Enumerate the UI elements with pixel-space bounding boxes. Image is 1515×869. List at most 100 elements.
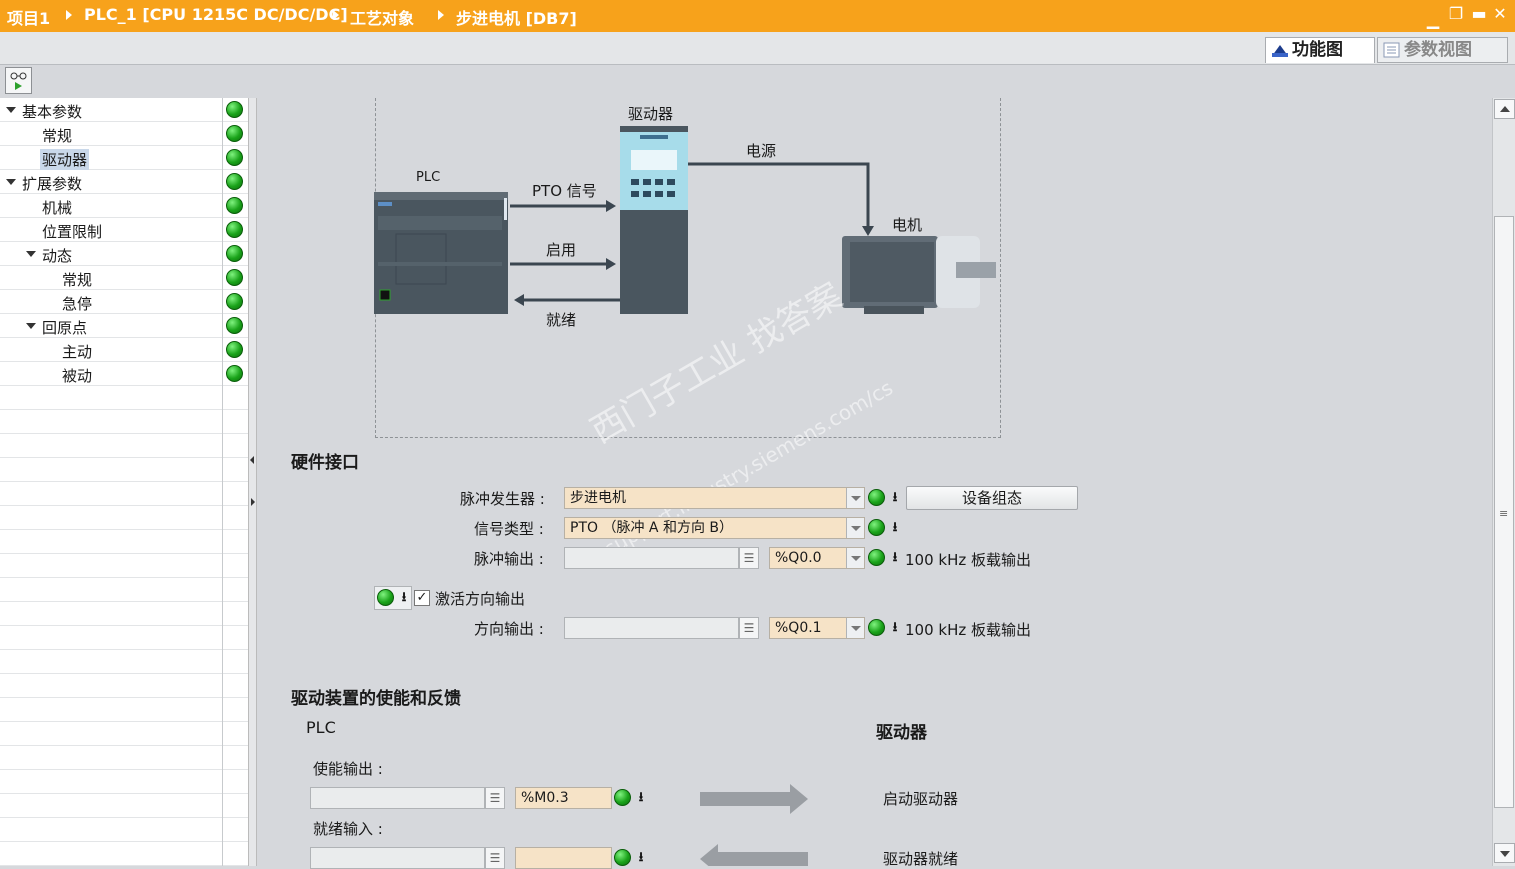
activate-direction-label: 激活方向输出	[435, 590, 526, 608]
expand-right-icon[interactable]	[251, 498, 255, 506]
pulse-generator-select[interactable]: 步进电机	[564, 487, 865, 509]
maximize-icon[interactable]: ▬	[1470, 4, 1488, 24]
chevron-down-icon[interactable]	[846, 488, 864, 508]
pulse-generator-value: 步进电机	[570, 490, 626, 506]
direction-output-label: 方向输出 :	[474, 620, 544, 638]
chevron-up-icon	[1500, 106, 1510, 112]
collapse-left-icon[interactable]	[250, 456, 254, 464]
tree-item-label: 位置限制	[42, 223, 103, 241]
breadcrumb-technology-objects[interactable]: 工艺对象	[350, 5, 414, 29]
diagram-power-label: 电源	[746, 142, 777, 160]
tree-divider	[222, 98, 223, 866]
arrow-right-icon	[700, 784, 808, 814]
pane-splitter[interactable]	[248, 98, 257, 866]
plc-column-header: PLC	[306, 718, 336, 737]
breadcrumb-project[interactable]: 项目1	[7, 5, 50, 29]
tree-item-label: 回原点	[42, 319, 88, 337]
download-icon: ⭳	[401, 590, 407, 605]
scroll-thumb[interactable]: ≡	[1494, 216, 1514, 808]
chevron-down-icon	[1500, 851, 1510, 857]
status-ok-icon	[226, 317, 243, 334]
status-ok-icon	[226, 245, 243, 262]
restore-icon[interactable]: ❐	[1447, 4, 1465, 24]
chevron-down-icon[interactable]	[846, 618, 864, 638]
scroll-up-button[interactable]	[1494, 99, 1515, 119]
tree-item-emergency-stop[interactable]: 急停	[0, 290, 248, 314]
tree-item-dynamics[interactable]: 动态	[0, 242, 248, 266]
chevron-down-icon[interactable]	[846, 518, 864, 538]
status-ok-icon	[226, 125, 243, 142]
breadcrumb-axis[interactable]: 步进电机 [DB7]	[456, 5, 577, 29]
tree-item-extended-params[interactable]: 扩展参数	[0, 170, 248, 194]
tab-parameter-view[interactable]: 参数视图	[1377, 37, 1508, 63]
view-bar: 功能图 参数视图	[0, 32, 1515, 65]
minimize-icon[interactable]: ▁	[1424, 10, 1442, 30]
status-ok-icon	[226, 365, 243, 382]
tree-item-label: 急停	[62, 295, 93, 313]
list-icon[interactable]: ☰	[485, 787, 505, 809]
tree-item-dynamics-general[interactable]: 常规	[0, 266, 248, 290]
pulse-output-address-select[interactable]: %Q0.0	[769, 547, 865, 569]
tree-item-label: 常规	[42, 127, 73, 145]
pulse-output-symbol-field[interactable]	[564, 547, 739, 569]
status-ok-icon	[226, 221, 243, 238]
tree-item-active-homing[interactable]: 主动	[0, 338, 248, 362]
vertical-scrollbar[interactable]: ≡	[1492, 98, 1515, 866]
enable-output-address-value: %M0.3	[521, 790, 569, 806]
navigation-tree: 基本参数 常规 驱动器 扩展参数 机械 位置限制 动态 常规 急停 回原点 主动…	[0, 98, 248, 866]
toolbar	[0, 65, 1515, 98]
activate-direction-status: ⭳	[374, 586, 412, 610]
tree-item-label: 动态	[42, 247, 73, 265]
tab-function-view[interactable]: 功能图	[1265, 37, 1375, 63]
direction-output-address-select[interactable]: %Q0.1	[769, 617, 865, 639]
tree-item-passive-homing[interactable]: 被动	[0, 362, 248, 386]
enable-output-symbol-field[interactable]	[310, 787, 485, 809]
tree-item-mechanics[interactable]: 机械	[0, 194, 248, 218]
signal-type-label: 信号类型 :	[474, 520, 544, 538]
status-ok-icon	[868, 519, 885, 536]
tree-item-general[interactable]: 常规	[0, 122, 248, 146]
status-ok-icon	[868, 489, 885, 506]
list-icon[interactable]: ☰	[739, 617, 759, 639]
device-config-button[interactable]: 设备组态	[906, 486, 1078, 510]
status-ok-icon	[226, 341, 243, 358]
tree-item-basic-params[interactable]: 基本参数	[0, 98, 248, 122]
direction-output-address-value: %Q0.1	[775, 620, 822, 636]
list-icon[interactable]: ☰	[739, 547, 759, 569]
download-icon: ⭳	[892, 550, 898, 565]
section-hardware-interface: 硬件接口	[291, 453, 359, 473]
download-icon: ⭳	[638, 850, 644, 865]
scroll-down-button[interactable]	[1494, 843, 1515, 863]
download-icon: ⭳	[892, 620, 898, 635]
enable-output-address-field[interactable]: %M0.3	[515, 787, 612, 809]
tree-item-drive[interactable]: 驱动器	[0, 146, 248, 170]
activate-direction-checkbox[interactable]: ✓	[414, 590, 430, 606]
tree-item-position-limits[interactable]: 位置限制	[0, 218, 248, 242]
expand-arrow-icon[interactable]	[26, 251, 36, 257]
direction-output-symbol-field[interactable]	[564, 617, 739, 639]
status-ok-icon	[226, 269, 243, 286]
enable-output-label: 使能输出 :	[313, 760, 383, 778]
tree-item-label: 机械	[42, 199, 73, 217]
status-ok-icon	[614, 849, 631, 866]
expand-arrow-icon[interactable]	[6, 179, 16, 185]
breadcrumb-separator-icon	[66, 10, 72, 20]
pulse-output-address-value: %Q0.0	[775, 550, 822, 566]
tree-item-label: 被动	[62, 367, 93, 385]
motor-icon	[842, 236, 996, 314]
chevron-down-icon[interactable]	[846, 548, 864, 568]
status-ok-icon	[868, 619, 885, 636]
breadcrumb-separator-icon	[333, 10, 339, 20]
expand-arrow-icon[interactable]	[26, 323, 36, 329]
breadcrumb-plc[interactable]: PLC_1 [CPU 1215C DC/DC/DC]	[84, 5, 348, 24]
status-ok-icon	[868, 549, 885, 566]
commissioning-button[interactable]	[5, 67, 32, 94]
close-icon[interactable]: ✕	[1491, 4, 1509, 24]
status-ok-icon	[226, 293, 243, 310]
diagram-pto-label: PTO 信号	[532, 182, 597, 200]
title-bar: 项目1 PLC_1 [CPU 1215C DC/DC/DC] 工艺对象 步进电机…	[0, 0, 1515, 32]
signal-type-select[interactable]: PTO （脉冲 A 和方向 B）	[564, 517, 865, 539]
expand-arrow-icon[interactable]	[6, 107, 16, 113]
tree-item-homing[interactable]: 回原点	[0, 314, 248, 338]
tree-item-label: 扩展参数	[22, 175, 83, 193]
